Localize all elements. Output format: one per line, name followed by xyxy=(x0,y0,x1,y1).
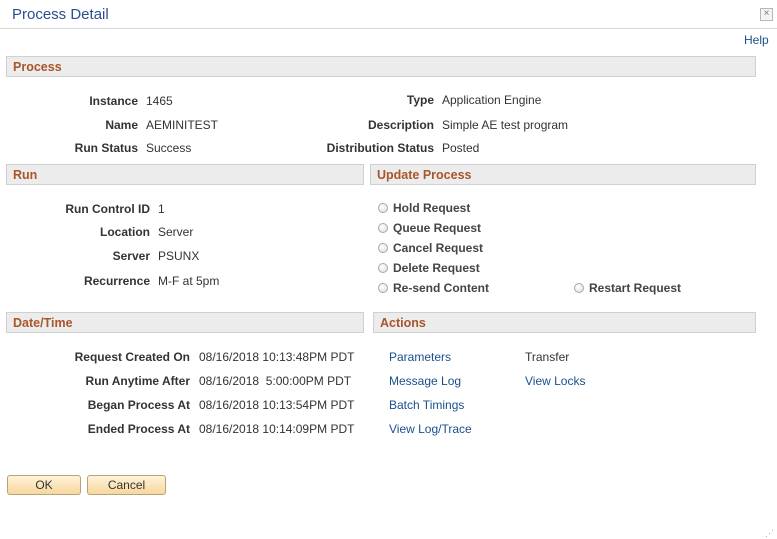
resize-grip-icon[interactable]: ⋰ xyxy=(765,528,774,539)
type-label: Type xyxy=(406,93,434,107)
restart-request-radio[interactable]: Restart Request xyxy=(574,281,681,295)
message-log-link[interactable]: Message Log xyxy=(389,374,461,388)
restart-request-label: Restart Request xyxy=(589,281,682,295)
server-label: Server xyxy=(112,249,150,263)
server-value: PSUNX xyxy=(158,249,200,263)
ok-button[interactable]: OK xyxy=(7,475,81,495)
description-label: Description xyxy=(367,118,434,132)
resend-content-radio[interactable]: Re-send Content xyxy=(378,281,489,295)
distribution-status-label: Distribution Status xyxy=(326,141,434,155)
view-locks-link[interactable]: View Locks xyxy=(525,374,585,388)
actions-section-header: Actions xyxy=(373,312,756,333)
began-process-at-value: 08/16/2018 10:13:54PM PDT xyxy=(199,398,355,412)
request-created-on-label: Request Created On xyxy=(74,350,190,364)
datetime-section-header: Date/Time xyxy=(6,312,364,333)
instance-value: 1465 xyxy=(146,94,173,108)
delete-request-label: Delete Request xyxy=(393,261,480,275)
page-title: Process Detail xyxy=(12,6,109,23)
queue-request-label: Queue Request xyxy=(393,221,482,235)
recurrence-label: Recurrence xyxy=(83,274,150,288)
radio-circle-icon[interactable] xyxy=(378,203,388,213)
hold-request-radio[interactable]: Hold Request xyxy=(378,201,470,215)
delete-request-radio[interactable]: Delete Request xyxy=(378,261,480,275)
update-process-section-header: Update Process xyxy=(370,164,756,185)
name-label: Name xyxy=(105,118,138,132)
run-status-value: Success xyxy=(146,141,192,155)
began-process-at-label: Began Process At xyxy=(87,398,190,412)
process-section-header: Process xyxy=(6,56,756,77)
title-bar: Process Detail × xyxy=(0,0,777,29)
cancel-request-label: Cancel Request xyxy=(393,241,484,255)
cancel-request-radio[interactable]: Cancel Request xyxy=(378,241,483,255)
run-anytime-after-label: Run Anytime After xyxy=(85,374,190,388)
radio-circle-icon[interactable] xyxy=(378,283,388,293)
type-value: Application Engine xyxy=(442,93,542,107)
run-section-header: Run xyxy=(6,164,364,185)
name-value: AEMINITEST xyxy=(146,118,219,132)
cancel-button[interactable]: Cancel xyxy=(87,475,166,495)
ended-process-at-value: 08/16/2018 10:14:09PM PDT xyxy=(199,422,355,436)
radio-circle-icon[interactable] xyxy=(378,263,388,273)
ended-process-at-label: Ended Process At xyxy=(87,422,190,436)
view-log-trace-link[interactable]: View Log/Trace xyxy=(389,422,472,436)
transfer-text: Transfer xyxy=(525,350,570,364)
instance-label: Instance xyxy=(89,94,138,108)
location-value: Server xyxy=(158,225,194,239)
radio-circle-icon[interactable] xyxy=(378,243,388,253)
parameters-link[interactable]: Parameters xyxy=(389,350,451,364)
distribution-status-value: Posted xyxy=(442,141,480,155)
help-link[interactable]: Help xyxy=(744,33,769,47)
radio-circle-icon[interactable] xyxy=(574,283,584,293)
batch-timings-link[interactable]: Batch Timings xyxy=(389,398,464,412)
resend-content-label: Re-send Content xyxy=(393,281,489,295)
location-label: Location xyxy=(100,225,150,239)
run-anytime-after-value: 08/16/2018 5:00:00PM PDT xyxy=(199,374,352,388)
close-icon[interactable]: × xyxy=(760,8,773,21)
run-control-id-label: Run Control ID xyxy=(65,202,150,216)
radio-circle-icon[interactable] xyxy=(378,223,388,233)
run-control-id-value: 1 xyxy=(158,202,165,216)
queue-request-radio[interactable]: Queue Request xyxy=(378,221,481,235)
request-created-on-value: 08/16/2018 10:13:48PM PDT xyxy=(199,350,355,364)
run-status-label: Run Status xyxy=(74,141,138,155)
description-value: Simple AE test program xyxy=(442,118,569,132)
recurrence-value: M-F at 5pm xyxy=(158,274,220,288)
hold-request-label: Hold Request xyxy=(393,201,471,215)
